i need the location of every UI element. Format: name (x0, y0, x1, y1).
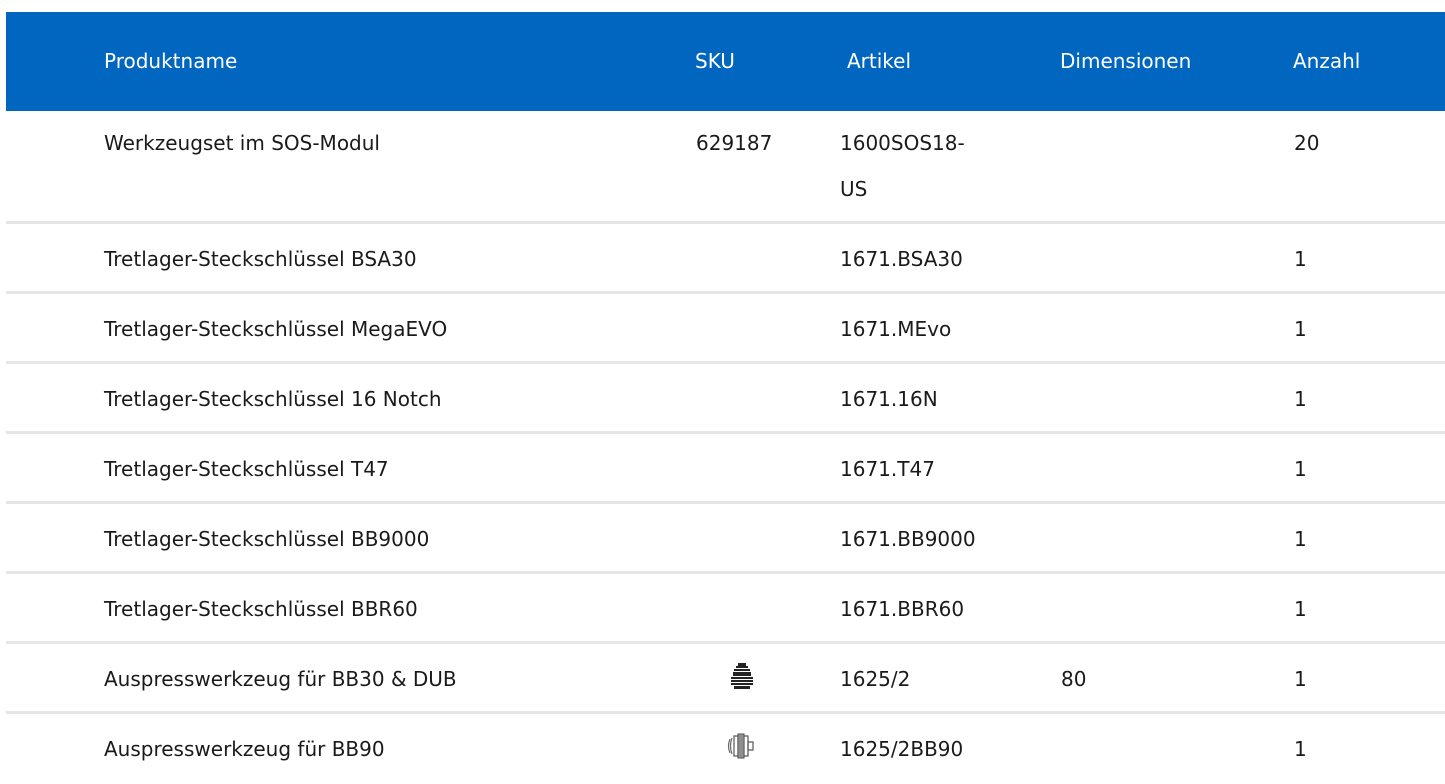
product-artikel: 1671.BBR60 (840, 597, 965, 621)
product-artikel-continued: US (840, 177, 868, 201)
product-name: Tretlager-Steckschlüssel T47 (104, 457, 389, 481)
table-row: Auspresswerkzeug für BB30 & DUB 1625/2 8… (6, 644, 1445, 714)
product-quantity: 1 (1294, 737, 1307, 761)
product-quantity: 1 (1294, 247, 1307, 271)
bearing-press-icon (726, 730, 758, 762)
table-body: Werkzeugset im SOS-Modul 629187 1600SOS1… (6, 111, 1445, 784)
column-header-dimensionen: Dimensionen (1060, 49, 1192, 73)
product-dimension: 80 (1061, 667, 1087, 691)
table-header: Produktname SKU Artikel Dimensionen Anza… (6, 12, 1445, 111)
product-name: Tretlager-Steckschlüssel 16 Notch (104, 387, 442, 411)
column-header-produktname: Produktname (104, 49, 238, 73)
product-quantity: 1 (1294, 527, 1307, 551)
product-artikel: 1671.16N (840, 387, 938, 411)
product-quantity: 1 (1294, 457, 1307, 481)
press-tool-icon (726, 661, 758, 693)
table-row: Tretlager-Steckschlüssel BBR60 1671.BBR6… (6, 574, 1445, 644)
product-artikel: 1671.BB9000 (840, 527, 976, 551)
product-name: Tretlager-Steckschlüssel MegaEVO (104, 317, 448, 341)
product-artikel: 1625/2 (840, 667, 911, 691)
table-row: Tretlager-Steckschlüssel BB9000 1671.BB9… (6, 504, 1445, 574)
product-name: Tretlager-Steckschlüssel BBR60 (104, 597, 418, 621)
product-artikel: 1600SOS18- (840, 131, 965, 155)
product-name: Tretlager-Steckschlüssel BSA30 (104, 247, 417, 271)
product-artikel: 1671.MEvo (840, 317, 952, 341)
product-name: Tretlager-Steckschlüssel BB9000 (104, 527, 430, 551)
column-header-sku: SKU (695, 49, 735, 73)
product-name: Auspresswerkzeug für BB30 & DUB (104, 667, 457, 691)
product-artikel: 1671.BSA30 (840, 247, 963, 271)
product-quantity: 1 (1294, 387, 1307, 411)
table-row: Tretlager-Steckschlüssel MegaEVO 1671.ME… (6, 294, 1445, 364)
product-quantity: 1 (1294, 317, 1307, 341)
product-quantity: 1 (1294, 667, 1307, 691)
product-artikel: 1671.T47 (840, 457, 935, 481)
product-name: Auspresswerkzeug für BB90 (104, 737, 385, 761)
product-artikel: 1625/2BB90 (840, 737, 964, 761)
column-header-artikel: Artikel (847, 49, 912, 73)
column-header-anzahl: Anzahl (1293, 49, 1361, 73)
table-row: Werkzeugset im SOS-Modul 629187 1600SOS1… (6, 111, 1445, 224)
table-row: Tretlager-Steckschlüssel 16 Notch 1671.1… (6, 364, 1445, 434)
product-quantity: 20 (1294, 131, 1320, 155)
table-row: Tretlager-Steckschlüssel BSA30 1671.BSA3… (6, 224, 1445, 294)
table-row: Tretlager-Steckschlüssel T47 1671.T47 1 (6, 434, 1445, 504)
product-table: Produktname SKU Artikel Dimensionen Anza… (6, 12, 1445, 784)
product-quantity: 1 (1294, 597, 1307, 621)
product-name: Werkzeugset im SOS-Modul (104, 131, 380, 155)
product-sku: 629187 (696, 131, 773, 155)
